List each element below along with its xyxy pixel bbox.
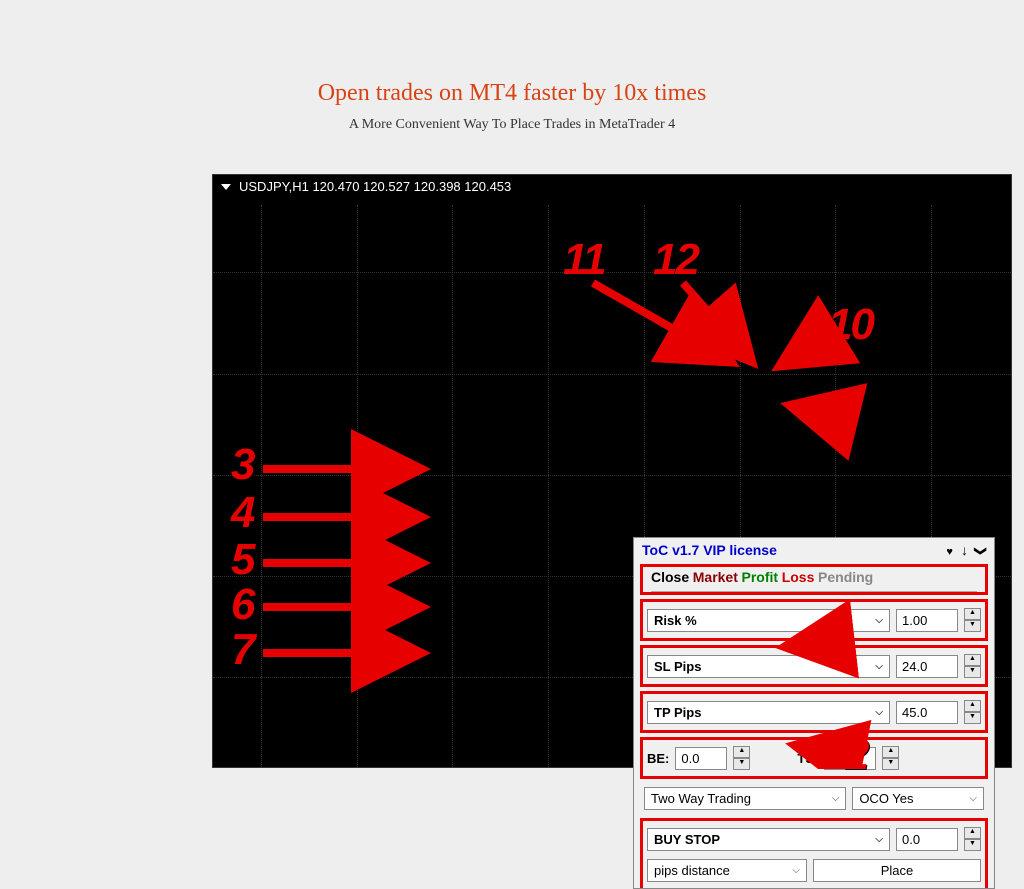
annotation-3: 3: [231, 440, 253, 490]
trading-mode-dropdown[interactable]: Two Way Trading ⌵: [644, 787, 846, 810]
trading-mode-label: Two Way Trading: [651, 791, 751, 806]
annotation-7: 7: [231, 625, 253, 675]
annotation-5: 5: [231, 535, 253, 585]
annotation-12: 12: [653, 235, 698, 285]
chevron-down-icon[interactable]: [976, 543, 986, 558]
divider: [651, 591, 977, 592]
symbol-header-text: USDJPY,H1 120.470 120.527 120.398 120.45…: [239, 179, 511, 194]
chevron-down-icon: ⌵: [832, 793, 840, 804]
collapse-icon[interactable]: [221, 184, 231, 190]
chart-header: USDJPY,H1 120.470 120.527 120.398 120.45…: [213, 175, 1011, 198]
be-ts-row: BE: ▲▼ TS: ▲▼: [640, 737, 988, 779]
close-button[interactable]: Close: [651, 569, 689, 585]
buystop-input[interactable]: [896, 828, 958, 851]
sl-spinner[interactable]: ▲▼: [964, 654, 981, 678]
risk-spinner[interactable]: ▲▼: [964, 608, 981, 632]
oco-label: OCO Yes: [859, 791, 913, 806]
chevron-down-icon: ⌵: [875, 615, 883, 626]
place-button[interactable]: Place: [813, 859, 981, 882]
page-subtitle: A More Convenient Way To Place Trades in…: [0, 117, 1024, 133]
close-loss-button[interactable]: Loss: [782, 569, 815, 585]
order-type-dropdown[interactable]: BUY STOP ⌵: [647, 828, 890, 851]
close-pending-button[interactable]: Pending: [818, 569, 873, 585]
annotation-9: 9: [825, 385, 847, 435]
pips-distance-dropdown[interactable]: pips distance ⌵: [647, 859, 807, 882]
sl-label: SL Pips: [654, 659, 701, 674]
close-market-button[interactable]: Market: [693, 569, 738, 585]
ts-spinner[interactable]: ▲▼: [882, 746, 899, 770]
trade-panel: ToC v1.7 VIP license Close Market Profit…: [633, 537, 995, 889]
chevron-down-icon: ⌵: [792, 865, 800, 876]
pips-distance-label: pips distance: [654, 863, 730, 878]
risk-dropdown[interactable]: Risk % ⌵: [647, 609, 890, 632]
chart-window: USDJPY,H1 120.470 120.527 120.398 120.45…: [212, 174, 1012, 768]
tp-label: TP Pips: [654, 705, 701, 720]
sl-row: SL Pips ⌵ ▲▼: [640, 645, 988, 687]
tp-dropdown[interactable]: TP Pips ⌵: [647, 701, 890, 724]
tp-spinner[interactable]: ▲▼: [964, 700, 981, 724]
chevron-down-icon: ⌵: [875, 834, 883, 845]
annotation-10: 10: [828, 300, 873, 350]
arrow-down-icon[interactable]: [961, 542, 968, 558]
sl-input[interactable]: [896, 655, 958, 678]
annotation-8: 8: [823, 615, 845, 665]
annotation-2: 2: [845, 730, 867, 780]
annotation-4: 4: [231, 488, 253, 538]
panel-titlebar: ToC v1.7 VIP license: [634, 538, 994, 562]
panel-title-text: ToC v1.7 VIP license: [642, 542, 777, 558]
annotation-11: 11: [563, 235, 605, 285]
annotation-6: 6: [231, 580, 253, 630]
tp-row: TP Pips ⌵ ▲▼: [640, 691, 988, 733]
chevron-down-icon: ⌵: [969, 793, 977, 804]
heart-icon[interactable]: [946, 543, 953, 558]
close-profit-button[interactable]: Profit: [742, 569, 779, 585]
order-type-label: BUY STOP: [654, 832, 720, 847]
oco-dropdown[interactable]: OCO Yes ⌵: [852, 787, 984, 810]
buystop-spinner[interactable]: ▲▼: [964, 827, 981, 851]
sl-dropdown[interactable]: SL Pips ⌵: [647, 655, 890, 678]
ts-label: TS:: [797, 751, 818, 766]
risk-label: Risk %: [654, 613, 697, 628]
be-input[interactable]: [675, 747, 727, 770]
chevron-down-icon: ⌵: [875, 707, 883, 718]
mode-row: Two Way Trading ⌵ OCO Yes ⌵: [642, 783, 986, 814]
close-row: Close Market Profit Loss Pending: [643, 567, 985, 589]
risk-input[interactable]: [896, 609, 958, 632]
page-title: Open trades on MT4 faster by 10x times: [0, 80, 1024, 107]
be-spinner[interactable]: ▲▼: [733, 746, 750, 770]
tp-input[interactable]: [896, 701, 958, 724]
be-label: BE:: [647, 751, 669, 766]
chevron-down-icon: ⌵: [875, 661, 883, 672]
risk-row: Risk % ⌵ ▲▼: [640, 599, 988, 641]
